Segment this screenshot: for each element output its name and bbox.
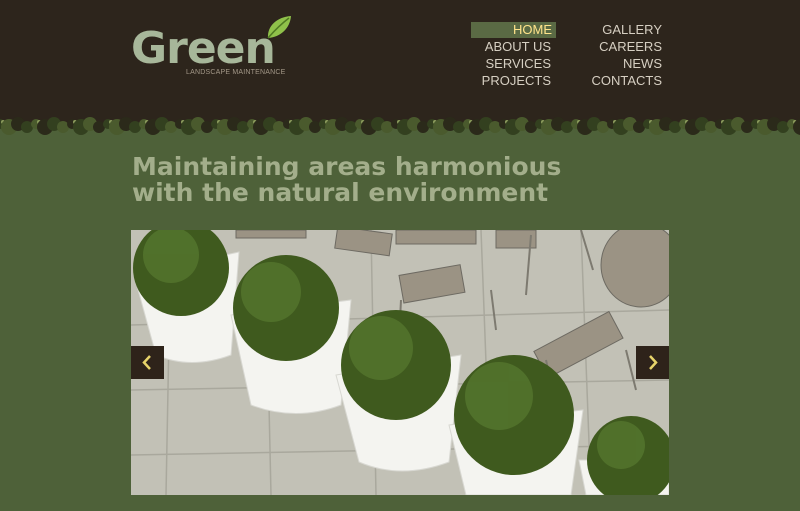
slider-prev-button[interactable] <box>131 346 164 379</box>
logo-text: Green <box>131 23 276 74</box>
slider-next-button[interactable] <box>636 346 669 379</box>
nav-contacts[interactable]: CONTACTS <box>582 73 662 89</box>
nav-news[interactable]: NEWS <box>582 56 662 72</box>
hero-headline-line-1: Maintaining areas harmonious <box>132 152 562 181</box>
nav-about-us[interactable]: ABOUT US <box>471 39 551 55</box>
decorative-hedge-border <box>0 115 800 135</box>
hero-headline: Maintaining areas harmonious with the na… <box>132 154 652 206</box>
nav-projects[interactable]: PROJECTS <box>471 73 551 89</box>
chevron-left-icon <box>142 355 151 370</box>
hero-headline-line-2: with the natural environment <box>132 178 549 207</box>
nav-home[interactable]: HOME <box>471 22 556 38</box>
image-slider[interactable] <box>131 230 669 495</box>
slider-image <box>131 230 669 495</box>
leaf-icon <box>267 16 291 39</box>
logo-tagline: LANDSCAPE MAINTENANCE <box>186 69 286 76</box>
nav-services[interactable]: SERVICES <box>471 56 551 72</box>
nav-careers[interactable]: CAREERS <box>582 39 662 55</box>
site-header: Green LANDSCAPE MAINTENANCE HOME ABOUT U… <box>0 0 800 119</box>
logo[interactable]: Green LANDSCAPE MAINTENANCE <box>131 14 301 84</box>
chevron-right-icon <box>649 355 658 370</box>
nav-gallery[interactable]: GALLERY <box>582 22 662 38</box>
